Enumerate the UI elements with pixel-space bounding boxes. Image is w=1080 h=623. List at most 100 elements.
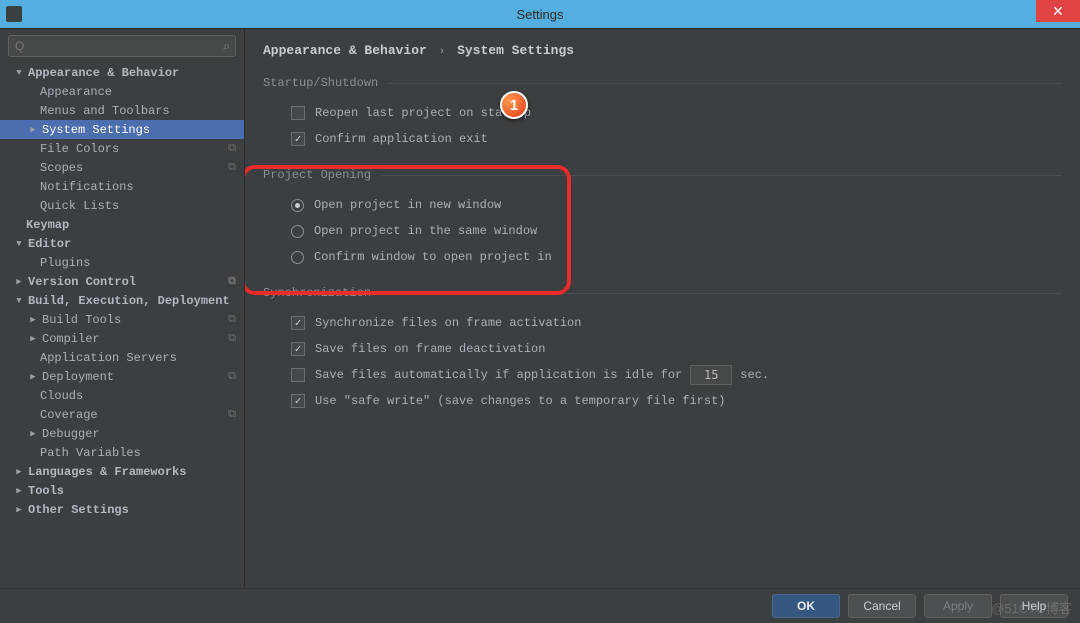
sidebar-item[interactable]: Plugins bbox=[0, 253, 244, 272]
dialog-button-bar: OK Cancel Apply Help bbox=[0, 588, 1080, 623]
option-sync-activation[interactable]: ✓ Synchronize files on frame activation bbox=[267, 310, 1062, 336]
sidebar-item-label: System Settings bbox=[42, 123, 150, 137]
breadcrumb-part: Appearance & Behavior bbox=[263, 43, 427, 58]
sidebar-item[interactable]: Quick Lists bbox=[0, 196, 244, 215]
chevron-right-icon bbox=[28, 334, 38, 344]
app-icon bbox=[6, 6, 22, 22]
chevron-right-icon bbox=[14, 467, 24, 477]
sidebar-item-label: Languages & Frameworks bbox=[28, 465, 186, 479]
project-scope-icon: ⧉ bbox=[228, 276, 236, 288]
section-startup: Reopen last project on startup ✓ Confirm… bbox=[263, 100, 1062, 152]
sidebar-item[interactable]: Debugger bbox=[0, 424, 244, 443]
project-scope-icon: ⧉ bbox=[228, 409, 236, 421]
option-label: Open project in new window bbox=[314, 198, 501, 212]
chevron-right-icon bbox=[14, 277, 24, 287]
checkbox-icon bbox=[291, 106, 305, 120]
ok-button[interactable]: OK bbox=[772, 594, 840, 618]
option-label: Synchronize files on frame activation bbox=[315, 316, 581, 330]
sidebar-item[interactable]: Clouds bbox=[0, 386, 244, 405]
settings-tree[interactable]: Appearance & Behavior Appearance Menus and… bbox=[0, 63, 244, 588]
sidebar: ⌕ Appearance & BehaviorAppearanceMenus a… bbox=[0, 29, 245, 588]
idle-seconds-input[interactable] bbox=[690, 365, 732, 385]
sidebar-item[interactable]: Version Control ⧉ bbox=[0, 272, 244, 291]
cancel-button[interactable]: Cancel bbox=[848, 594, 916, 618]
option-confirm-exit[interactable]: ✓ Confirm application exit bbox=[267, 126, 1062, 152]
window-title: Settings bbox=[517, 7, 564, 22]
sidebar-item[interactable]: Languages & Frameworks bbox=[0, 462, 244, 481]
divider bbox=[381, 175, 1062, 176]
sidebar-item[interactable]: File Colors ⧉ bbox=[0, 139, 244, 158]
checkbox-icon: ✓ bbox=[291, 316, 305, 330]
option-safe-write[interactable]: ✓ Use "safe write" (save changes to a te… bbox=[267, 388, 1062, 414]
divider bbox=[381, 293, 1062, 294]
sidebar-item-label: File Colors bbox=[40, 142, 119, 156]
sidebar-item[interactable]: Deployment⧉ bbox=[0, 367, 244, 386]
sidebar-item-label: Application Servers bbox=[40, 351, 177, 365]
checkbox-icon: ✓ bbox=[291, 394, 305, 408]
project-scope-icon: ⧉ bbox=[228, 162, 236, 174]
sidebar-item[interactable]: Editor bbox=[0, 234, 244, 253]
sidebar-item[interactable]: Build Tools⧉ bbox=[0, 310, 244, 329]
chevron-right-icon bbox=[28, 315, 38, 325]
sidebar-item-label: Appearance & Behavior bbox=[28, 66, 179, 80]
option-confirm-window[interactable]: Confirm window to open project in bbox=[267, 244, 1062, 270]
sidebar-item[interactable]: Path Variables bbox=[0, 443, 244, 462]
chevron-down-icon bbox=[14, 68, 24, 78]
option-label: Use "safe write" (save changes to a temp… bbox=[315, 394, 725, 408]
radio-icon bbox=[291, 251, 304, 264]
sidebar-item[interactable]: Appearance & Behavior bbox=[0, 63, 244, 82]
chevron-right-icon bbox=[28, 372, 38, 382]
sidebar-item-label: Tools bbox=[28, 484, 64, 498]
sidebar-item-label: Build, Execution, Deployment bbox=[28, 294, 230, 308]
sidebar-item[interactable]: Scopes⧉ bbox=[0, 158, 244, 177]
option-label: Confirm application exit bbox=[315, 132, 488, 146]
section-sync: ✓ Synchronize files on frame activation … bbox=[263, 310, 1062, 414]
sidebar-item[interactable]: Keymap bbox=[0, 215, 244, 234]
help-button[interactable]: Help bbox=[1000, 594, 1068, 618]
sidebar-item-label: Path Variables bbox=[40, 446, 141, 460]
checkbox-icon: ✓ bbox=[291, 342, 305, 356]
sidebar-item-label: Appearance bbox=[40, 85, 112, 99]
option-label: Save files automatically if application … bbox=[315, 368, 682, 382]
checkbox-icon bbox=[291, 368, 305, 382]
option-reopen-last[interactable]: Reopen last project on startup bbox=[267, 100, 1062, 126]
sidebar-item[interactable]: Other Settings bbox=[0, 500, 244, 519]
section-title: Project Opening bbox=[263, 168, 371, 182]
project-scope-icon: ⧉ bbox=[228, 143, 236, 155]
sidebar-item-label: Notifications bbox=[40, 180, 134, 194]
apply-button[interactable]: Apply bbox=[924, 594, 992, 618]
close-icon: ✕ bbox=[1052, 3, 1064, 20]
chevron-right-icon bbox=[28, 125, 38, 135]
sidebar-item[interactable]: Application Servers bbox=[0, 348, 244, 367]
sidebar-item[interactable]: Notifications bbox=[0, 177, 244, 196]
option-open-same-window[interactable]: Open project in the same window bbox=[267, 218, 1062, 244]
option-save-deactivation[interactable]: ✓ Save files on frame deactivation bbox=[267, 336, 1062, 362]
sidebar-item[interactable]: Appearance bbox=[0, 82, 244, 101]
option-label-suffix: sec. bbox=[740, 368, 769, 382]
option-autosave-idle[interactable]: Save files automatically if application … bbox=[267, 362, 1062, 388]
project-scope-icon: ⧉ bbox=[228, 314, 236, 326]
chevron-down-icon bbox=[14, 296, 24, 306]
section-opening: Open project in new window Open project … bbox=[263, 192, 1062, 270]
close-button[interactable]: ✕ bbox=[1036, 0, 1080, 22]
radio-icon bbox=[291, 199, 304, 212]
sidebar-item-label: Quick Lists bbox=[40, 199, 119, 213]
sidebar-item[interactable]: Coverage⧉ bbox=[0, 405, 244, 424]
main-area: ⌕ Appearance & BehaviorAppearanceMenus a… bbox=[0, 28, 1080, 588]
title-bar: Settings ✕ bbox=[0, 0, 1080, 28]
option-open-new-window[interactable]: Open project in new window bbox=[267, 192, 1062, 218]
sidebar-item[interactable]: Build, Execution, Deployment bbox=[0, 291, 244, 310]
sidebar-item[interactable]: Tools bbox=[0, 481, 244, 500]
chevron-down-icon bbox=[14, 239, 24, 249]
sidebar-item-label: Compiler bbox=[42, 332, 100, 346]
sidebar-item-label: Version Control bbox=[28, 275, 136, 289]
sidebar-item[interactable]: Menus and Toolbars bbox=[0, 101, 244, 120]
chevron-right-icon bbox=[28, 429, 38, 439]
option-label: Save files on frame deactivation bbox=[315, 342, 545, 356]
sidebar-item[interactable]: Compiler⧉ bbox=[0, 329, 244, 348]
checkbox-icon: ✓ bbox=[291, 132, 305, 146]
sidebar-item-label: Other Settings bbox=[28, 503, 129, 517]
section-sync-header: Synchronization bbox=[263, 286, 1062, 300]
search-input[interactable] bbox=[8, 35, 236, 57]
sidebar-item[interactable]: System Settings bbox=[0, 120, 244, 139]
